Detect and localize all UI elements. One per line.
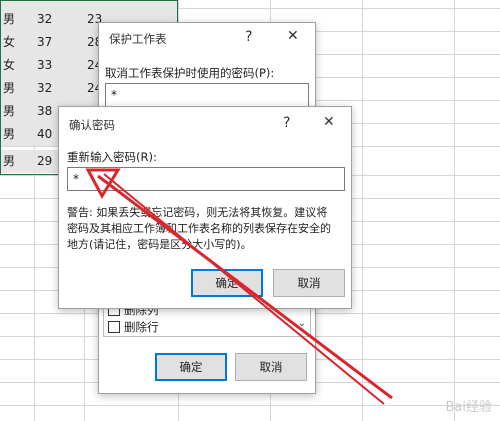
arrow-shaft [97, 174, 393, 400]
watermark: Bai经验 [445, 400, 493, 415]
annotation-arrow [85, 168, 393, 405]
arrow-shaft [103, 173, 385, 405]
